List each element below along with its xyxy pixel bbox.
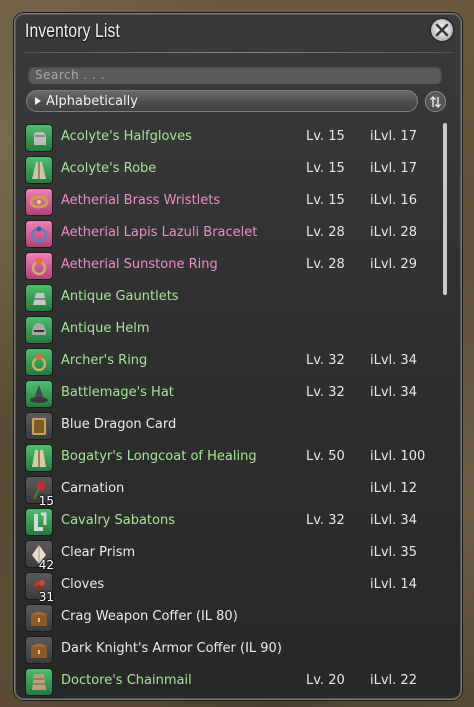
item-ilevel: iLvl. 16 — [370, 193, 417, 208]
boots-icon — [25, 508, 53, 536]
item-name: Crag Weapon Coffer (IL 80) — [61, 609, 238, 624]
ring-icon — [25, 348, 53, 376]
inventory-list: Acolyte's Halfgloves Lv. 15 iLvl. 17 Acolyt… — [24, 122, 444, 698]
coat-icon — [25, 444, 53, 472]
sort-label: Alphabetically — [46, 93, 138, 109]
item-level: Lv. 28 — [306, 225, 345, 240]
wristlets-icon — [25, 188, 53, 216]
list-item[interactable]: Archer's Ring Lv. 32 iLvl. 34 — [24, 346, 444, 378]
item-ilevel: iLvl. 100 — [370, 449, 426, 464]
item-name: Archer's Ring — [61, 353, 148, 368]
item-name: Antique Gauntlets — [61, 289, 179, 304]
hat-icon — [25, 380, 53, 408]
list-item[interactable]: 31 Cloves iLvl. 14 — [24, 570, 444, 604]
list-item[interactable]: Aetherial Sunstone Ring Lv. 28 iLvl. 29 — [24, 250, 444, 282]
list-item[interactable]: Bogatyr's Longcoat of Healing Lv. 50 iLvl.… — [24, 442, 444, 474]
dropdown-arrow-icon — [35, 97, 41, 105]
item-name: Blue Dragon Card — [61, 417, 177, 432]
item-ilevel: iLvl. 34 — [370, 513, 417, 528]
item-name: Acolyte's Halfgloves — [61, 129, 192, 144]
bracelet-icon — [25, 220, 53, 248]
flower-icon: 15 — [25, 476, 54, 508]
cloves-icon: 31 — [25, 572, 54, 604]
close-button[interactable] — [431, 19, 453, 41]
search-input[interactable] — [28, 66, 442, 84]
item-name: Antique Helm — [61, 321, 150, 336]
item-level: Lv. 28 — [306, 257, 345, 272]
item-ilevel: iLvl. 17 — [370, 129, 417, 144]
list-item[interactable]: Aetherial Lapis Lazuli Bracelet Lv. 28 iLv… — [24, 218, 444, 250]
helm-icon — [25, 316, 53, 344]
card-icon — [25, 412, 53, 440]
robe-icon — [25, 156, 53, 184]
list-item[interactable]: Aetherial Brass Wristlets Lv. 15 iLvl. 16 — [24, 186, 444, 218]
item-ilevel: iLvl. 34 — [370, 385, 417, 400]
window-title: Inventory List — [25, 21, 120, 42]
list-item[interactable]: Dark Knight's Armor Coffer (IL 90) — [24, 634, 444, 666]
item-ilevel: iLvl. 34 — [370, 353, 417, 368]
inventory-window: Inventory List Alphabetically Acolyte's … — [14, 13, 462, 700]
item-ilevel: iLvl. 35 — [370, 545, 417, 560]
gloves-icon — [25, 124, 53, 152]
item-name: Battlemage's Hat — [61, 385, 174, 400]
item-level: Lv. 50 — [306, 449, 345, 464]
item-name: Acolyte's Robe — [61, 161, 157, 176]
ring-icon — [25, 252, 53, 280]
list-item[interactable]: Antique Gauntlets — [24, 282, 444, 314]
item-level: Lv. 32 — [306, 353, 345, 368]
sort-order-icon — [430, 95, 441, 108]
item-name: Clear Prism — [61, 545, 136, 560]
item-ilevel: iLvl. 17 — [370, 161, 417, 176]
item-name: Cavalry Sabatons — [61, 513, 175, 528]
coffer-icon — [25, 636, 53, 664]
coffer-icon — [25, 604, 53, 632]
list-item[interactable]: Crag Weapon Coffer (IL 80) — [24, 602, 444, 634]
prism-icon: 42 — [25, 540, 54, 572]
item-level: Lv. 32 — [306, 513, 345, 528]
item-level: Lv. 15 — [306, 161, 345, 176]
item-name: Aetherial Lapis Lazuli Bracelet — [61, 225, 258, 240]
item-name: Aetherial Brass Wristlets — [61, 193, 221, 208]
list-item[interactable]: Battlemage's Hat Lv. 32 iLvl. 34 — [24, 378, 444, 410]
close-icon — [435, 23, 449, 37]
list-item[interactable]: Cavalry Sabatons Lv. 32 iLvl. 34 — [24, 506, 444, 538]
item-name: Bogatyr's Longcoat of Healing — [61, 449, 257, 464]
sort-order-button[interactable] — [425, 91, 446, 112]
item-ilevel: iLvl. 22 — [370, 673, 417, 688]
sort-dropdown[interactable]: Alphabetically — [26, 90, 418, 112]
list-item[interactable]: Doctore's Chainmail Lv. 20 iLvl. 22 — [24, 666, 444, 698]
item-level: Lv. 15 — [306, 129, 345, 144]
list-item[interactable]: Acolyte's Halfgloves Lv. 15 iLvl. 17 — [24, 122, 444, 154]
chainmail-icon — [25, 668, 53, 696]
title-divider — [23, 52, 453, 53]
item-level: Lv. 20 — [306, 673, 345, 688]
item-ilevel: iLvl. 14 — [370, 577, 417, 592]
item-name: Dark Knight's Armor Coffer (IL 90) — [61, 641, 282, 656]
list-item[interactable]: 42 Clear Prism iLvl. 35 — [24, 538, 444, 572]
item-name: Carnation — [61, 481, 125, 496]
item-level: Lv. 32 — [306, 385, 345, 400]
list-item[interactable]: Blue Dragon Card — [24, 410, 444, 442]
item-ilevel: iLvl. 29 — [370, 257, 417, 272]
item-name: Aetherial Sunstone Ring — [61, 257, 218, 272]
item-level: Lv. 15 — [306, 193, 345, 208]
item-name: Doctore's Chainmail — [61, 673, 192, 688]
item-ilevel: iLvl. 12 — [370, 481, 417, 496]
list-item[interactable]: Antique Helm — [24, 314, 444, 346]
list-item[interactable]: Acolyte's Robe Lv. 15 iLvl. 17 — [24, 154, 444, 186]
scrollbar[interactable] — [443, 123, 447, 295]
list-item[interactable]: 15 Carnation iLvl. 12 — [24, 474, 444, 508]
item-ilevel: iLvl. 28 — [370, 225, 417, 240]
item-name: Cloves — [61, 577, 105, 592]
gauntlets-icon — [25, 284, 53, 312]
